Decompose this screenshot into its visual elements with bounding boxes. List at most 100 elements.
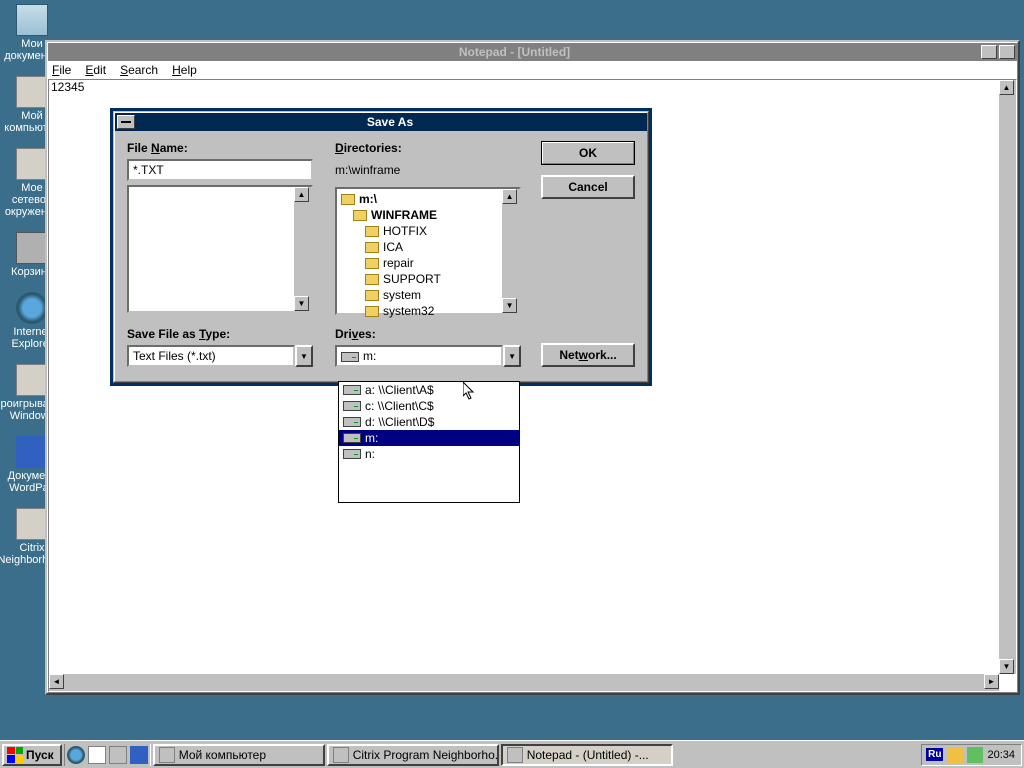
drive-option[interactable]: d: \\Client\D$ <box>339 414 519 430</box>
tray-icon[interactable] <box>947 747 963 763</box>
system-menu-button[interactable] <box>117 115 135 129</box>
directory-tree[interactable]: m:\ WINFRAME HOTFIX ICA repair SUPPORT system s… <box>335 187 521 315</box>
folder-closed-icon <box>365 242 379 253</box>
language-indicator[interactable]: Ru <box>926 748 943 761</box>
drives-dropdown-list[interactable]: a: \\Client\A$c: \\Client\C$d: \\Client\… <box>338 381 520 503</box>
drives-label: Drives: <box>335 327 521 341</box>
ie-icon <box>16 292 48 324</box>
task-icon <box>507 747 523 763</box>
drive-icon <box>343 417 361 427</box>
quick-word-icon[interactable] <box>130 746 148 764</box>
tree-item[interactable]: ICA <box>339 239 517 255</box>
tree-item[interactable]: HOTFIX <box>339 223 517 239</box>
horizontal-scrollbar[interactable]: ◄ ► <box>49 674 999 691</box>
drive-option[interactable]: c: \\Client\C$ <box>339 398 519 414</box>
tree-item-label: SUPPORT <box>383 272 441 286</box>
scroll-left-button[interactable]: ◄ <box>49 674 64 689</box>
notepad-menubar: File Edit Search Help <box>48 61 1017 79</box>
save-type-label: Save File as Type: <box>127 327 313 341</box>
maximize-button[interactable]: ▴ <box>999 45 1015 59</box>
tree-item[interactable]: WINFRAME <box>339 207 517 223</box>
tree-item-label: HOTFIX <box>383 224 427 238</box>
scroll-up-button[interactable]: ▲ <box>999 80 1014 95</box>
tree-item[interactable]: system <box>339 287 517 303</box>
tree-item-label: system <box>383 288 421 302</box>
menu-edit[interactable]: Edit <box>85 63 106 77</box>
computer-icon <box>16 76 48 108</box>
tree-item-label: repair <box>383 256 414 270</box>
folder-closed-icon <box>365 226 379 237</box>
taskbar-task[interactable]: Notepad - (Untitled) -... <box>501 744 673 766</box>
current-path: m:\winframe <box>335 163 521 177</box>
directories-label: Directories: <box>335 141 521 155</box>
scroll-right-button[interactable]: ► <box>984 674 999 689</box>
file-name-label: File Name: <box>127 141 313 155</box>
scroll-down-button[interactable]: ▼ <box>294 296 309 311</box>
taskbar-task[interactable]: Citrix Program Neighborho... <box>327 744 499 766</box>
notepad-title: Notepad - [Untitled] <box>50 45 979 59</box>
taskbar-task[interactable]: Мой компьютер <box>153 744 325 766</box>
folder-open-icon <box>353 210 367 221</box>
tree-item[interactable]: repair <box>339 255 517 271</box>
tray-icon[interactable] <box>967 747 983 763</box>
file-list-scrollbar[interactable]: ▲ ▼ <box>294 187 311 311</box>
task-icon <box>159 747 175 763</box>
tree-item-label: system32 <box>383 304 434 318</box>
dropdown-button[interactable]: ▼ <box>503 345 521 367</box>
cancel-button[interactable]: Cancel <box>541 175 635 199</box>
quick-desktop-icon[interactable] <box>109 746 127 764</box>
quick-ie-icon[interactable] <box>67 746 85 764</box>
tree-item-label: WINFRAME <box>371 208 437 222</box>
folder-closed-icon <box>365 258 379 269</box>
drive-option[interactable]: m: <box>339 430 519 446</box>
scroll-down-button[interactable]: ▼ <box>502 298 517 313</box>
dialog-titlebar[interactable]: Save As <box>115 113 647 131</box>
start-button[interactable]: Пуск <box>2 744 62 766</box>
folder-closed-icon <box>365 274 379 285</box>
drive-icon <box>343 401 361 411</box>
quick-outlook-icon[interactable] <box>88 746 106 764</box>
task-icon <box>333 747 349 763</box>
drive-icon <box>343 385 361 395</box>
file-list[interactable]: ▲ ▼ <box>127 185 313 313</box>
file-name-input[interactable]: *.TXT <box>127 159 313 181</box>
network-button[interactable]: Network... <box>541 343 635 367</box>
vertical-scrollbar[interactable]: ▲ ▼ <box>999 80 1016 674</box>
menu-search[interactable]: Search <box>120 63 158 77</box>
player-icon <box>16 364 48 396</box>
minimize-button[interactable]: ▾ <box>981 45 997 59</box>
folder-open-icon <box>341 194 355 205</box>
tree-item[interactable]: system32 <box>339 303 517 319</box>
wordpad-icon <box>16 436 48 468</box>
drive-icon <box>341 352 359 362</box>
folder-closed-icon <box>365 306 379 317</box>
folder-icon <box>16 4 48 36</box>
network-icon <box>16 148 48 180</box>
tree-item[interactable]: m:\ <box>339 191 517 207</box>
scroll-down-button[interactable]: ▼ <box>999 659 1014 674</box>
notepad-titlebar[interactable]: Notepad - [Untitled] ▾ ▴ <box>48 43 1017 61</box>
save-type-combo[interactable]: Text Files (*.txt) ▼ <box>127 345 313 367</box>
scroll-up-button[interactable]: ▲ <box>294 187 309 202</box>
save-as-dialog: Save As File Name: *.TXT ▲ ▼ Directories… <box>110 108 652 386</box>
dropdown-button[interactable]: ▼ <box>295 345 313 367</box>
dir-tree-scrollbar[interactable]: ▲ ▼ <box>502 189 519 313</box>
menu-help[interactable]: Help <box>172 63 197 77</box>
document-text: 12345 <box>51 80 84 94</box>
drive-icon <box>343 433 361 443</box>
drive-option[interactable]: a: \\Client\A$ <box>339 382 519 398</box>
ok-button[interactable]: OK <box>541 141 635 165</box>
windows-logo-icon <box>7 747 23 763</box>
tree-item-label: m:\ <box>359 192 377 206</box>
drives-combo[interactable]: m: ▼ <box>335 345 521 367</box>
tree-item-label: ICA <box>383 240 403 254</box>
system-tray: Ru 20:34 <box>921 744 1022 766</box>
folder-closed-icon <box>365 290 379 301</box>
dialog-title: Save As <box>135 115 645 129</box>
quick-launch <box>64 744 151 766</box>
drive-option[interactable]: n: <box>339 446 519 462</box>
menu-file[interactable]: File <box>52 63 71 77</box>
tree-item[interactable]: SUPPORT <box>339 271 517 287</box>
drive-icon <box>343 449 361 459</box>
scroll-up-button[interactable]: ▲ <box>502 189 517 204</box>
